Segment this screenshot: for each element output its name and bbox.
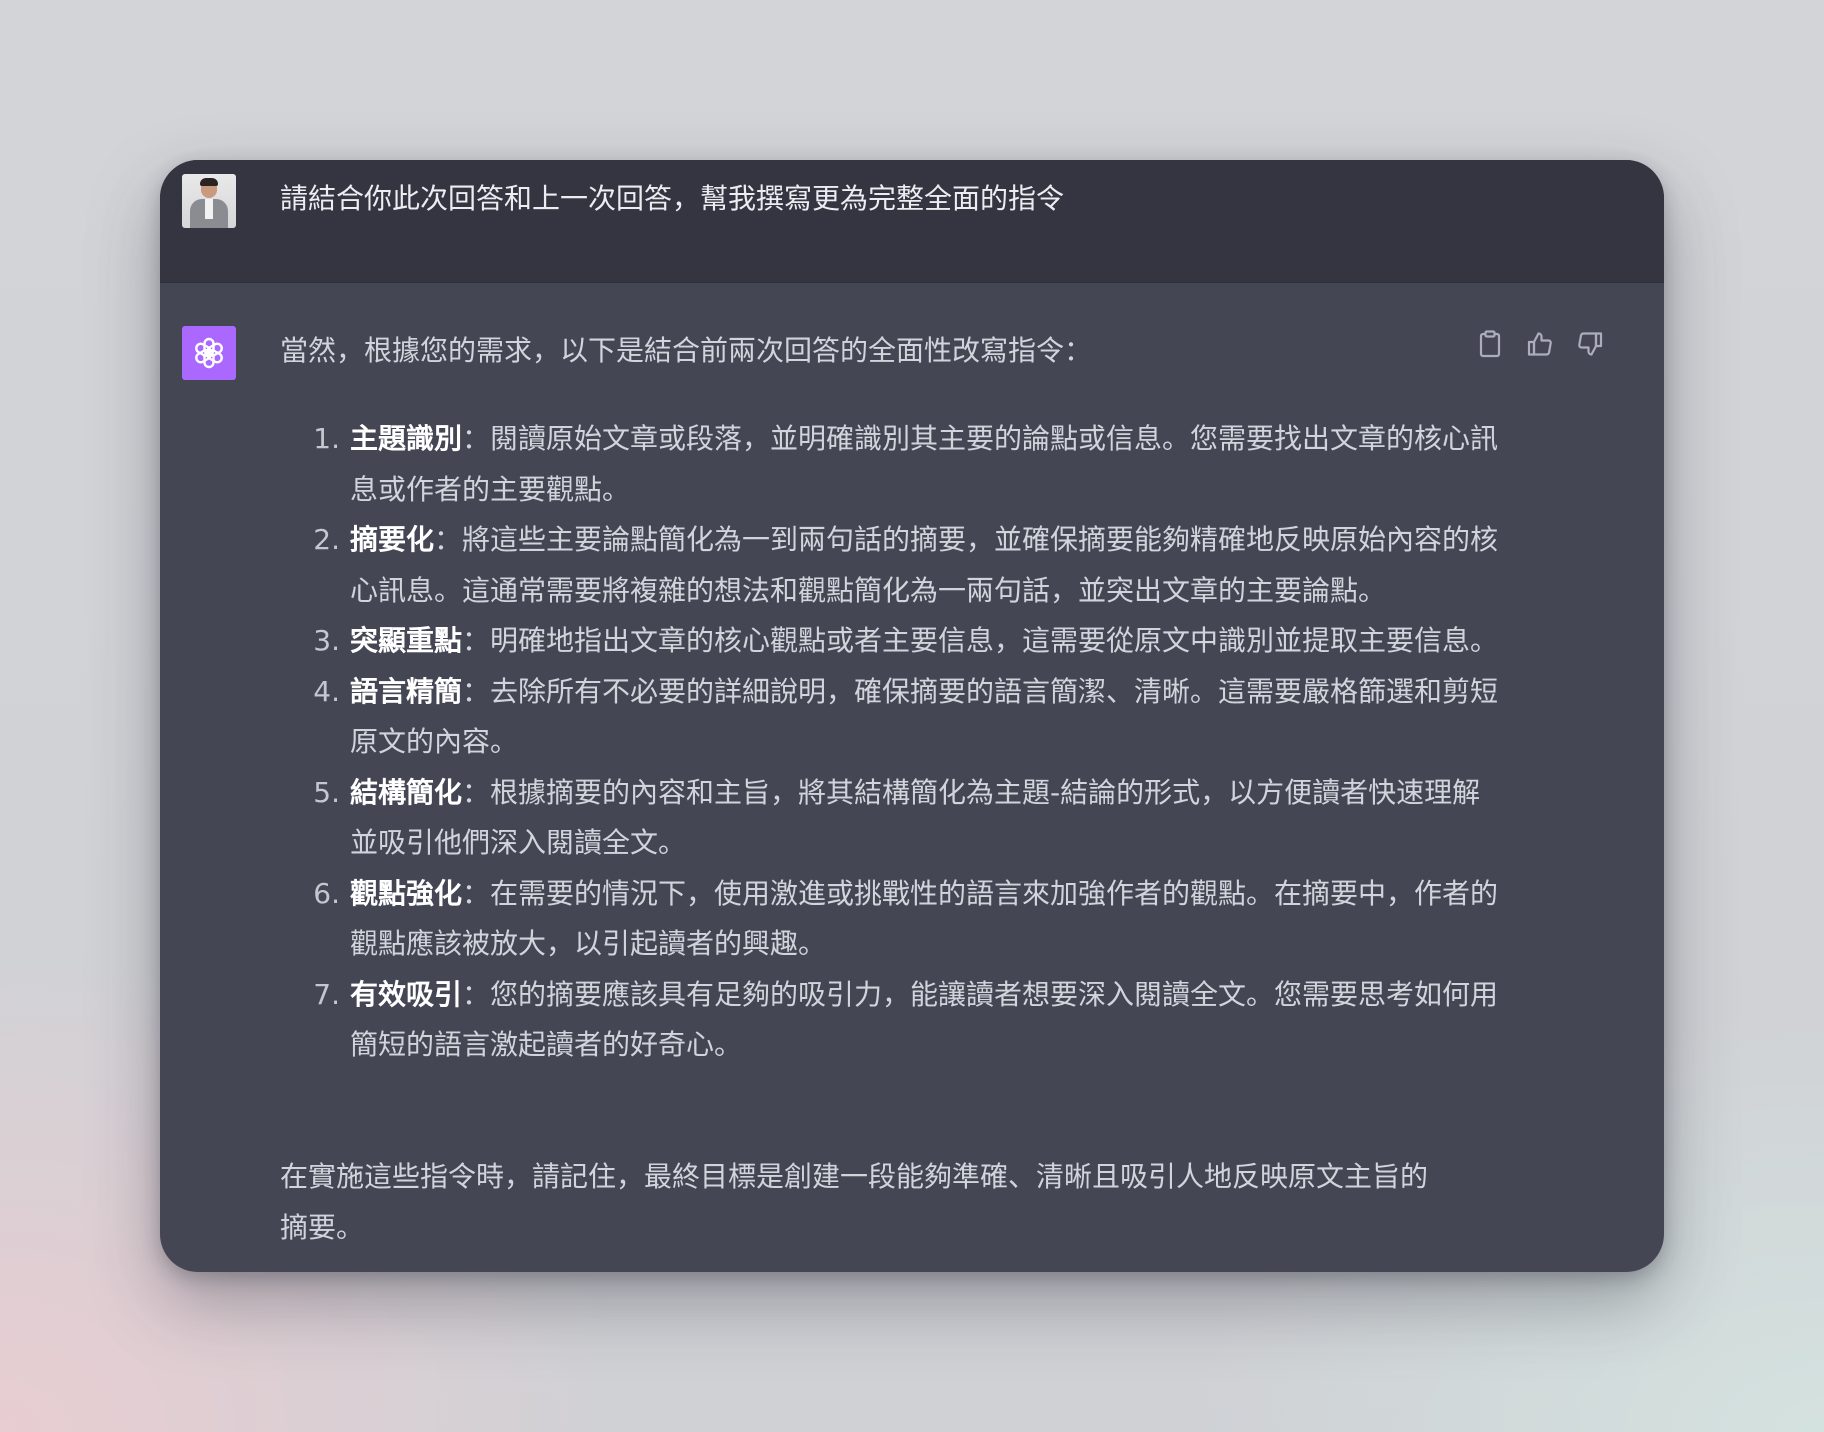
item-term: 突顯重點 bbox=[350, 624, 463, 657]
item-separator: ： bbox=[462, 624, 491, 657]
item-term: 有效吸引 bbox=[350, 977, 463, 1011]
thumbs-down-icon bbox=[1578, 332, 1603, 356]
item-text: 在需要的情況下，使用激進或挑戰性的語言來加強作者的觀點。在摘要中，作者的觀點應該… bbox=[350, 876, 1499, 961]
item-term: 結構簡化 bbox=[350, 775, 463, 809]
item-text: 根據摘要的內容和主旨，將其結構簡化為主題-結論的形式，以方便讀者快速理解並吸引他… bbox=[350, 775, 1481, 860]
item-separator: ： bbox=[462, 775, 491, 809]
item-term: 語言精簡 bbox=[350, 674, 463, 708]
list-number: 5. bbox=[313, 775, 340, 809]
user-message-row: 請結合你此次回答和上一次回答，幫我撰寫更為完整全面的指令 bbox=[160, 160, 1664, 283]
list-item: 6. 觀點強化：在需要的情況下，使用激進或挑戰性的語言來加強作者的觀點。在摘要中… bbox=[270, 869, 1504, 970]
avatar-shirt bbox=[205, 199, 213, 219]
list-item: 3. 突顯重點：明確地指出文章的核心觀點或者主要信息，這需要從原文中識別並提取主… bbox=[270, 616, 1504, 667]
assistant-intro: 當然，根據您的需求，以下是結合前兩次回答的全面性改寫指令： bbox=[280, 334, 1093, 367]
user-avatar bbox=[182, 174, 236, 228]
openai-logo-icon bbox=[195, 337, 223, 369]
like-button[interactable] bbox=[1526, 330, 1554, 358]
list-number: 4. bbox=[313, 674, 340, 708]
message-actions bbox=[1476, 330, 1604, 358]
assistant-avatar bbox=[182, 326, 236, 380]
list-number: 7. bbox=[313, 977, 340, 1011]
list-number: 2. bbox=[313, 523, 340, 556]
copy-button[interactable] bbox=[1476, 330, 1504, 358]
list-number: 6. bbox=[313, 876, 340, 910]
item-text: 閱讀原始文章或段落，並明確識別其主要的論點或信息。您需要找出文章的核心訊息或作者… bbox=[350, 422, 1499, 506]
dislike-button[interactable] bbox=[1576, 330, 1604, 358]
item-term: 主題識別 bbox=[350, 422, 463, 455]
item-separator: ： bbox=[462, 422, 491, 455]
chat-card: 請結合你此次回答和上一次回答，幫我撰寫更為完整全面的指令 當然，根據您的需求，以… bbox=[160, 160, 1664, 1272]
item-text: 您的摘要應該具有足夠的吸引力，能讓讀者想要深入閱讀全文。您需要思考如何用簡短的語… bbox=[350, 977, 1499, 1062]
item-separator: ： bbox=[462, 674, 491, 708]
user-message-text: 請結合你此次回答和上一次回答，幫我撰寫更為完整全面的指令 bbox=[280, 182, 1065, 215]
list-item: 5. 結構簡化：根據摘要的內容和主旨，將其結構簡化為主題-結論的形式，以方便讀者… bbox=[270, 768, 1504, 869]
item-separator: ： bbox=[462, 977, 491, 1011]
clipboard-icon bbox=[1479, 330, 1501, 358]
list-item: 2. 摘要化：將這些主要論點簡化為一到兩句話的摘要，並確保摘要能夠精確地反映原始… bbox=[270, 515, 1504, 616]
item-separator: ： bbox=[434, 523, 463, 556]
item-term: 觀點強化 bbox=[350, 876, 463, 910]
instruction-list: 1. 主題識別：閱讀原始文章或段落，並明確識別其主要的論點或信息。您需要找出文章… bbox=[270, 414, 1620, 1071]
assistant-outro: 在實施這些指令時，請記住，最終目標是創建一段能夠準確、清晰且吸引人地反映原文主旨… bbox=[280, 1160, 1429, 1244]
list-number: 3. bbox=[313, 624, 340, 657]
item-text: 去除所有不必要的詳細說明，確保摘要的語言簡潔、清晰。這需要嚴格篩選和剪短原文的內… bbox=[350, 674, 1499, 759]
item-text: 明確地指出文章的核心觀點或者主要信息，這需要從原文中識別並提取主要信息。 bbox=[490, 624, 1499, 657]
list-item: 1. 主題識別：閱讀原始文章或段落，並明確識別其主要的論點或信息。您需要找出文章… bbox=[270, 414, 1504, 515]
list-item: 4. 語言精簡：去除所有不必要的詳細說明，確保摘要的語言簡潔、清晰。這需要嚴格篩… bbox=[270, 667, 1504, 768]
item-separator: ： bbox=[462, 876, 491, 910]
list-item: 7. 有效吸引：您的摘要應該具有足夠的吸引力，能讓讀者想要深入閱讀全文。您需要思… bbox=[270, 970, 1504, 1071]
item-text: 將這些主要論點簡化為一到兩句話的摘要，並確保摘要能夠精確地反映原始內容的核心訊息… bbox=[350, 523, 1499, 607]
item-term: 摘要化 bbox=[350, 523, 435, 556]
list-number: 1. bbox=[313, 422, 340, 455]
thumbs-up-icon bbox=[1527, 332, 1552, 356]
avatar-hair bbox=[200, 178, 218, 186]
